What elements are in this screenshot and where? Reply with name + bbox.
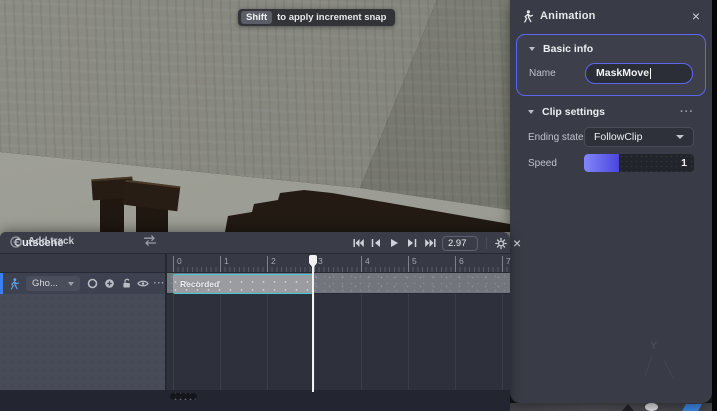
animation-panel-header: Animation × bbox=[510, 0, 712, 32]
clip-settings-more-icon[interactable]: ··· bbox=[680, 109, 694, 115]
ruler-tick: 5 bbox=[408, 256, 417, 272]
clip-settings-header[interactable]: Clip settings ··· bbox=[516, 100, 706, 124]
ending-state-select[interactable]: FollowClip bbox=[584, 127, 694, 147]
animation-panel: Animation × Basic info Name MaskMove Cli… bbox=[510, 0, 712, 403]
cutscene-panel: Cutscene 2.97 × bbox=[0, 232, 510, 411]
track-options-icon[interactable] bbox=[143, 234, 157, 247]
play-icon[interactable] bbox=[388, 237, 400, 249]
snap-tooltip: Shift to apply increment snap bbox=[238, 9, 395, 26]
speed-slider-fill bbox=[584, 154, 619, 172]
name-input[interactable]: MaskMove bbox=[585, 63, 693, 84]
gear-icon[interactable] bbox=[495, 237, 507, 249]
text-caret bbox=[650, 68, 651, 79]
skip-to-end-icon[interactable] bbox=[424, 237, 436, 249]
basic-info-title: Basic info bbox=[543, 43, 593, 55]
timeline-grid bbox=[167, 294, 510, 390]
add-track-label: Add track bbox=[28, 236, 74, 247]
clip-settings-title: Clip settings bbox=[542, 106, 605, 118]
playhead-line bbox=[312, 256, 314, 392]
scene-sphere-object bbox=[645, 403, 658, 411]
visibility-icon[interactable] bbox=[137, 277, 150, 290]
gizmo-line bbox=[663, 359, 674, 379]
divider bbox=[486, 237, 487, 249]
name-field-row: Name MaskMove bbox=[517, 60, 705, 86]
frame-back-icon[interactable] bbox=[370, 237, 382, 249]
screen-edge bbox=[712, 0, 717, 411]
name-label: Name bbox=[529, 68, 585, 79]
time-input[interactable]: 2.97 bbox=[442, 236, 478, 251]
speed-label: Speed bbox=[528, 158, 584, 169]
clip-label: Recorded bbox=[180, 279, 219, 289]
record-icon[interactable] bbox=[86, 277, 99, 290]
collapse-chevron-icon bbox=[529, 47, 535, 51]
ending-state-label: Ending state bbox=[528, 132, 584, 143]
cutscene-close-icon[interactable]: × bbox=[513, 236, 521, 250]
timeline-bottom-band bbox=[0, 390, 510, 411]
ending-state-row: Ending state FollowClip bbox=[516, 124, 706, 150]
track-icon-buttons: ··· bbox=[86, 277, 166, 290]
gizmo-line bbox=[644, 355, 652, 376]
y-axis-gizmo-ghost: Y bbox=[650, 340, 657, 352]
ruler-tick: 0 bbox=[173, 256, 182, 272]
animation-person-icon bbox=[522, 10, 533, 23]
scene-cone-object bbox=[622, 404, 634, 411]
column-divider bbox=[165, 254, 167, 390]
tooltip-text: to apply increment snap bbox=[277, 12, 386, 23]
recorded-clip[interactable]: Recorded bbox=[173, 274, 313, 294]
ruler-tick: 1 bbox=[220, 256, 229, 272]
chevron-down-icon bbox=[676, 135, 684, 139]
collapse-chevron-icon bbox=[528, 110, 534, 114]
speed-slider[interactable]: 1 bbox=[584, 154, 694, 172]
chevron-down-icon bbox=[68, 282, 74, 286]
plus-circle-icon bbox=[10, 236, 22, 248]
timeline-ruler[interactable]: 0 1 2 3 4 5 6 7 bbox=[167, 254, 510, 273]
track-header: Gho... ··· bbox=[0, 273, 165, 294]
character-icon bbox=[9, 278, 19, 290]
track-selection-bar bbox=[0, 273, 3, 294]
scene-pedestal-post bbox=[100, 196, 124, 236]
animation-panel-title: Animation bbox=[540, 10, 596, 22]
speed-value: 1 bbox=[681, 154, 687, 172]
name-value: MaskMove bbox=[596, 67, 649, 79]
unlock-icon[interactable] bbox=[120, 277, 133, 290]
transport-controls: 2.97 × bbox=[352, 232, 521, 254]
track-more-icon[interactable]: ··· bbox=[154, 278, 166, 289]
ruler-tick: 6 bbox=[455, 256, 464, 272]
keyframe-add-icon[interactable] bbox=[103, 277, 116, 290]
track-target-dropdown[interactable]: Gho... bbox=[26, 276, 80, 291]
animation-close-icon[interactable]: × bbox=[692, 9, 700, 23]
speed-row: Speed 1 bbox=[516, 150, 706, 176]
ruler-tick: 4 bbox=[361, 256, 370, 272]
track-target-value: Gho... bbox=[32, 278, 58, 289]
app-root: Shift to apply increment snap Animation … bbox=[0, 0, 717, 411]
ruler-tick: 2 bbox=[267, 256, 276, 272]
clip-settings-section: Clip settings ··· Ending state FollowCli… bbox=[516, 100, 706, 176]
basic-info-header[interactable]: Basic info bbox=[517, 38, 705, 60]
frame-forward-icon[interactable] bbox=[406, 237, 418, 249]
timeline-scrollbar[interactable] bbox=[170, 393, 197, 400]
track-list-area bbox=[0, 294, 165, 390]
skip-to-start-icon[interactable] bbox=[352, 237, 364, 249]
shift-keycap: Shift bbox=[241, 11, 272, 24]
basic-info-section: Basic info Name MaskMove bbox=[516, 34, 706, 96]
ending-state-value: FollowClip bbox=[594, 131, 642, 143]
add-track-button[interactable]: Add track bbox=[10, 232, 74, 251]
ruler-tick: 7 bbox=[502, 256, 511, 272]
